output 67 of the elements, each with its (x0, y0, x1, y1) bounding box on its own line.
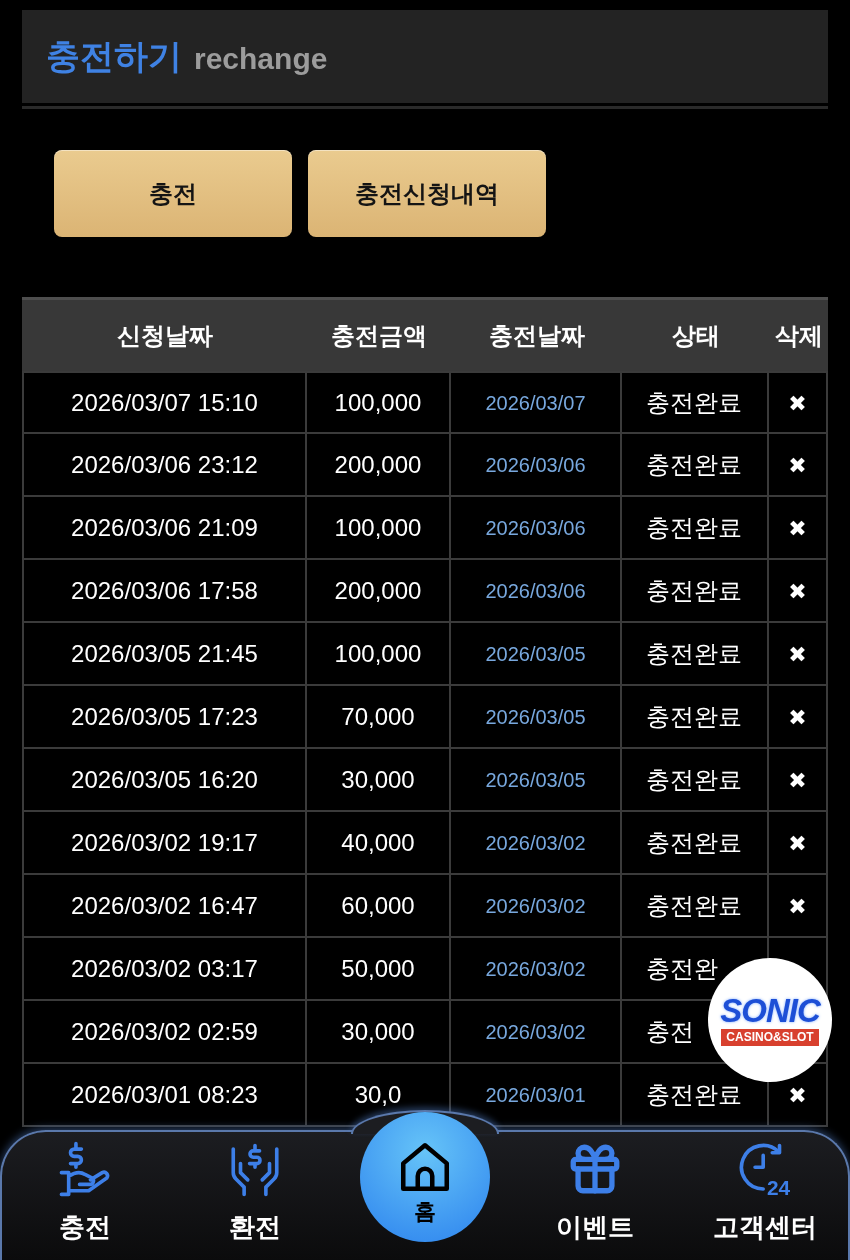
table-cell: 40,000 (307, 812, 451, 875)
delete-button[interactable]: ✖ (788, 832, 807, 855)
date-cell: 2026/03/02 (451, 812, 622, 875)
table-cell: 100,000 (307, 623, 451, 686)
status-cell: 충전완료 (622, 623, 769, 686)
delete-button[interactable]: ✖ (788, 392, 807, 415)
table-cell: 70,000 (307, 686, 451, 749)
table-cell: 2026/03/02 19:17 (22, 812, 307, 875)
table-cell: 2026/03/02 16:47 (22, 875, 307, 938)
status-cell: 충전완료 (622, 371, 769, 434)
page-subtitle: rechange (194, 41, 328, 76)
date-cell: 2026/03/05 (451, 686, 622, 749)
status-cell: 충전완료 (622, 875, 769, 938)
status-cell: 충전완료 (622, 434, 769, 497)
status-cell: 충전완료 (622, 560, 769, 623)
table-cell: 2026/03/06 17:58 (22, 560, 307, 623)
date-cell: 2026/03/02 (451, 875, 622, 938)
status-cell: 충전완료 (622, 497, 769, 560)
delete-button[interactable]: ✖ (788, 454, 807, 477)
table-cell: 2026/03/02 03:17 (22, 938, 307, 1001)
table-cell: 2026/03/05 17:23 (22, 686, 307, 749)
date-cell: 2026/03/06 (451, 434, 622, 497)
table-cell: 30,000 (307, 749, 451, 812)
delete-button[interactable]: ✖ (788, 769, 807, 792)
table-cell: 2026/03/05 16:20 (22, 749, 307, 812)
table-cell: 2026/03/06 23:12 (22, 434, 307, 497)
table-cell: 100,000 (307, 371, 451, 434)
status-cell: 충전완료 (622, 812, 769, 875)
column-header: 신청날짜 (22, 297, 307, 371)
table-cell: 30,000 (307, 1001, 451, 1064)
date-cell: 2026/03/05 (451, 623, 622, 686)
nav-button[interactable]: 환전 (226, 1130, 284, 1243)
nav-button[interactable]: 충전 (56, 1130, 114, 1243)
page-title: 충전하기 (46, 35, 182, 77)
column-header: 상태 (622, 297, 769, 371)
table-cell: 200,000 (307, 560, 451, 623)
delete-button[interactable]: ✖ (788, 643, 807, 666)
date-cell: 2026/03/07 (451, 371, 622, 434)
action-button[interactable]: 충전 (54, 150, 292, 237)
table-cell: 2026/03/05 21:45 (22, 623, 307, 686)
table-cell: 100,000 (307, 497, 451, 560)
delete-button[interactable]: ✖ (788, 1084, 807, 1107)
column-header: 충전날짜 (451, 297, 622, 371)
table-cell: 2026/03/01 08:23 (22, 1064, 307, 1127)
status-cell: 충전완료 (622, 686, 769, 749)
column-header: 삭제 (769, 297, 828, 371)
table-cell: 200,000 (307, 434, 451, 497)
date-cell: 2026/03/05 (451, 749, 622, 812)
table-cell: 2026/03/07 15:10 (22, 371, 307, 434)
action-button[interactable]: 충전신청내역 (308, 150, 546, 237)
date-cell: 2026/03/06 (451, 560, 622, 623)
delete-button[interactable]: ✖ (788, 580, 807, 603)
delete-button[interactable]: ✖ (788, 517, 807, 540)
table-cell: 2026/03/02 02:59 (22, 1001, 307, 1064)
date-cell: 2026/03/02 (451, 1001, 622, 1064)
nav-button[interactable]: 이벤트 (556, 1130, 634, 1243)
nav-button[interactable]: 24 고객센터 (713, 1130, 817, 1243)
status-cell: 충전완료 (622, 749, 769, 812)
table-cell: 2026/03/06 21:09 (22, 497, 307, 560)
logo-tagline: CASINO&SLOT (721, 1029, 819, 1046)
delete-button[interactable]: ✖ (788, 706, 807, 729)
table-cell: 60,000 (307, 875, 451, 938)
table-cell: 50,000 (307, 938, 451, 1001)
date-cell: 2026/03/06 (451, 497, 622, 560)
delete-button[interactable]: ✖ (788, 895, 807, 918)
column-header: 충전금액 (307, 297, 451, 371)
date-cell: 2026/03/02 (451, 938, 622, 1001)
